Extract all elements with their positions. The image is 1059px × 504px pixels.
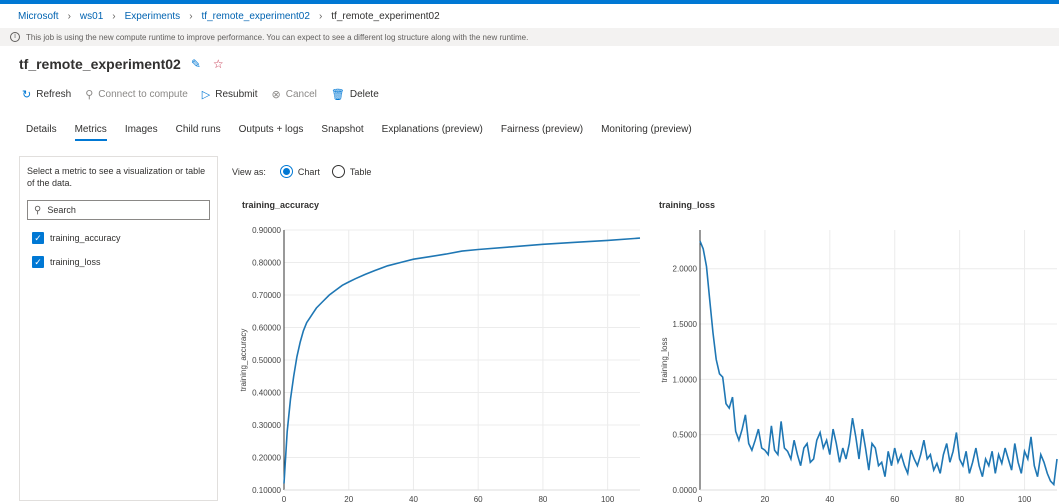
- cancel-circle-icon: ⊗: [271, 89, 281, 101]
- play-circle-icon: ▷: [201, 89, 211, 101]
- x-tick-label: 80: [955, 495, 964, 504]
- view-as-toggle: View as: Chart Table: [232, 165, 371, 178]
- checkbox-checked-icon[interactable]: ✓: [32, 232, 44, 244]
- x-tick-label: 20: [344, 495, 353, 504]
- metric-label: training_accuracy: [50, 233, 121, 243]
- title-row: tf_remote_experiment02 ✎ ☆: [19, 56, 224, 72]
- search-input[interactable]: ⚲ Search: [27, 200, 210, 220]
- x-tick-label: 60: [474, 495, 483, 504]
- tab-details[interactable]: Details: [26, 124, 57, 141]
- tab-explanations[interactable]: Explanations (preview): [382, 124, 483, 141]
- metric-selector-panel: Select a metric to see a visualization o…: [19, 156, 218, 501]
- chart-radio-label[interactable]: Chart: [298, 167, 320, 177]
- tab-images[interactable]: Images: [125, 124, 158, 141]
- metric-label: training_loss: [50, 257, 101, 267]
- info-banner: i This job is using the new compute runt…: [0, 28, 1059, 46]
- y-tick-label: 1.5000: [673, 320, 698, 329]
- chevron-right-icon: ›: [189, 10, 193, 22]
- y-tick-label: 0.60000: [252, 324, 281, 333]
- info-icon: i: [10, 32, 20, 42]
- y-axis-label: training_accuracy: [239, 329, 248, 392]
- tab-metrics[interactable]: Metrics: [74, 124, 108, 141]
- cancel-button[interactable]: ⊗ Cancel: [272, 88, 317, 101]
- chart-title-accuracy: training_accuracy: [242, 200, 320, 210]
- tab-snapshot[interactable]: Snapshot: [321, 124, 363, 141]
- breadcrumb-run: tf_remote_experiment02: [331, 10, 440, 22]
- x-tick-label: 100: [601, 495, 615, 504]
- breadcrumb-microsoft[interactable]: Microsoft: [18, 11, 59, 22]
- x-tick-label: 0: [282, 495, 287, 504]
- breadcrumb-experiment[interactable]: tf_remote_experiment02: [202, 11, 310, 22]
- x-tick-label: 20: [760, 495, 769, 504]
- metric-item-training-accuracy[interactable]: ✓ training_accuracy: [32, 232, 121, 244]
- resubmit-button[interactable]: ▷ Resubmit: [202, 88, 258, 101]
- y-tick-label: 0.10000: [252, 486, 281, 495]
- x-tick-label: 80: [538, 495, 547, 504]
- search-placeholder: Search: [47, 205, 76, 215]
- refresh-button[interactable]: ↻ Refresh: [22, 88, 71, 101]
- breadcrumb-experiments[interactable]: Experiments: [125, 11, 181, 22]
- y-tick-label: 1.0000: [673, 375, 698, 384]
- y-tick-label: 0.90000: [252, 226, 281, 235]
- y-tick-label: 0.5000: [673, 431, 698, 440]
- star-icon[interactable]: ☆: [213, 57, 224, 71]
- trash-icon: 🗑: [330, 89, 345, 101]
- connect-to-compute-button[interactable]: ⚲ Connect to compute: [85, 88, 188, 101]
- x-tick-label: 100: [1018, 495, 1032, 504]
- cancel-label: Cancel: [285, 89, 317, 100]
- y-tick-label: 0.70000: [252, 291, 281, 300]
- tab-bar: Details Metrics Images Child runs Output…: [26, 124, 710, 141]
- series-line: [283, 237, 641, 484]
- delete-button[interactable]: 🗑 Delete: [331, 88, 379, 101]
- breadcrumb-workspace[interactable]: ws01: [80, 11, 103, 22]
- view-as-label: View as:: [232, 166, 266, 177]
- metric-item-training-loss[interactable]: ✓ training_loss: [32, 256, 101, 268]
- y-tick-label: 0.30000: [252, 421, 281, 430]
- plug-icon: ⚲: [85, 89, 94, 101]
- tab-outputs-logs[interactable]: Outputs + logs: [239, 124, 304, 141]
- chevron-right-icon: ›: [112, 10, 116, 22]
- info-banner-text: This job is using the new compute runtim…: [26, 32, 529, 42]
- y-tick-label: 0.80000: [252, 259, 281, 268]
- table-radio-label[interactable]: Table: [350, 167, 372, 177]
- connect-label: Connect to compute: [98, 89, 188, 100]
- refresh-label: Refresh: [36, 89, 72, 100]
- x-tick-label: 0: [698, 495, 703, 504]
- resubmit-label: Resubmit: [215, 89, 258, 100]
- breadcrumb: Microsoft › ws01 › Experiments › tf_remo…: [18, 9, 440, 23]
- chart-title-loss: training_loss: [659, 200, 716, 210]
- chevron-right-icon: ›: [318, 10, 323, 22]
- y-tick-label: 0.50000: [252, 356, 281, 365]
- chevron-right-icon: ›: [67, 10, 71, 22]
- tab-child-runs[interactable]: Child runs: [176, 124, 221, 141]
- x-tick-label: 40: [825, 495, 834, 504]
- search-icon: ⚲: [34, 204, 42, 216]
- delete-label: Delete: [349, 89, 379, 100]
- refresh-icon: ↻: [22, 89, 32, 101]
- pencil-icon[interactable]: ✎: [191, 57, 201, 71]
- y-tick-label: 0.20000: [252, 454, 281, 463]
- x-tick-label: 60: [890, 495, 899, 504]
- metric-selector-hint: Select a metric to see a visualization o…: [27, 166, 206, 188]
- y-axis-label: training_loss: [660, 338, 669, 383]
- y-tick-label: 0.0000: [673, 486, 698, 495]
- table-radio[interactable]: [331, 165, 345, 178]
- series-line: [699, 240, 1058, 487]
- training-accuracy-chart[interactable]: 0.10000 0.20000 0.30000 0.40000 0.50000 0.600…: [232, 220, 642, 504]
- training-loss-chart[interactable]: 0.0000 0.5000 1.0000 1.5000 2.0000 0 20 40 60 80 1…: [650, 220, 1059, 504]
- command-toolbar: ↻ Refresh ⚲ Connect to compute ▷ Resubmi…: [22, 88, 393, 101]
- y-tick-label: 0.40000: [252, 389, 281, 398]
- tab-monitoring[interactable]: Monitoring (preview): [601, 124, 692, 141]
- chart-radio[interactable]: [279, 165, 293, 178]
- x-tick-label: 40: [409, 495, 418, 504]
- tab-fairness[interactable]: Fairness (preview): [501, 124, 583, 141]
- top-accent-bar: [0, 0, 1059, 4]
- y-tick-label: 2.0000: [673, 265, 698, 274]
- checkbox-checked-icon[interactable]: ✓: [32, 256, 44, 268]
- page-title: tf_remote_experiment02: [19, 56, 181, 72]
